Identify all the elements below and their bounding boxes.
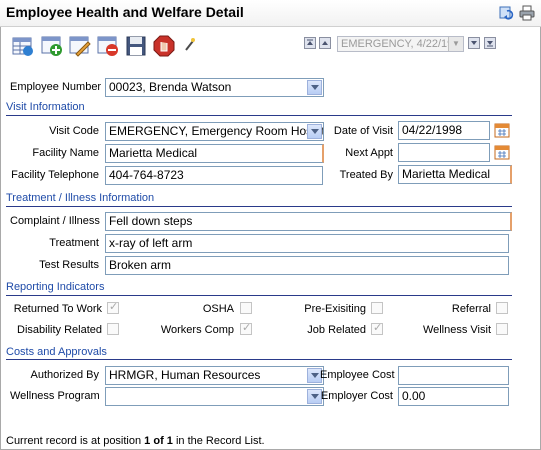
next-record-button[interactable] [468,37,480,49]
last-record-button[interactable] [484,37,496,49]
facility-telephone-field[interactable]: 404-764-8723 [105,166,323,185]
costs-section-title: Costs and Approvals [6,346,107,358]
visit-code-label: Visit Code [49,125,99,137]
record-position-value: 1 of 1 [144,435,173,447]
print-icon[interactable] [519,5,535,21]
referral-checkbox[interactable] [496,302,508,314]
employee-number-label: Employee Number [10,81,102,93]
calendar-icon[interactable] [494,144,510,160]
first-record-button[interactable] [304,37,316,49]
next-icon [471,41,477,45]
edit-icon [69,36,91,57]
record-selector[interactable]: EMERGENCY, 4/22/1998 ▼ [337,36,464,52]
employer-cost-label: Employer Cost [320,390,393,402]
costs-section-divider [6,359,512,360]
chevron-down-icon [307,80,322,95]
treatment-section-divider [6,206,512,207]
date-of-visit-field[interactable]: 04/22/1998 [398,121,490,140]
next-appt-label: Next Appt [345,147,393,159]
indicators-section-divider [6,295,512,296]
facility-name-field[interactable]: Marietta Medical [105,144,324,163]
workers-comp-checkbox[interactable] [240,321,252,335]
wellness-visit-label: Wellness Visit [422,324,491,336]
next-appt-field[interactable] [398,143,490,162]
delete-record-button[interactable] [95,33,121,59]
authorized-by-value: HRMGR, Human Resources [109,368,261,382]
referral-label: Referral [451,303,491,315]
record-position-suffix: in the Record List. [172,435,265,447]
disability-related-checkbox[interactable] [107,323,119,335]
delete-icon [97,36,118,56]
indicators-section-title: Reporting Indicators [6,281,105,293]
edit-record-button[interactable] [67,33,93,59]
record-position-prefix: Current record is at position [6,435,145,447]
treatment-field[interactable]: x-ray of left arm [105,234,509,253]
treated-by-label: Treated By [339,169,393,181]
employee-cost-field[interactable] [398,366,509,385]
test-results-field[interactable]: Broken arm [105,256,509,275]
disability-related-label: Disability Related [17,324,102,336]
treatment-section-title: Treatment / Illness Information [6,192,155,204]
treated-by-field[interactable]: Marietta Medical [398,165,512,184]
employer-cost-field[interactable]: 0.00 [398,387,509,406]
table-icon [12,37,33,56]
visit-section-title: Visit Information [6,101,85,113]
first-icon [307,39,313,45]
returned-to-work-label: Returned To Work [13,303,102,315]
job-related-checkbox[interactable] [371,321,383,335]
employee-number-select[interactable]: 00023, Brenda Watson [105,78,324,97]
wizard-button[interactable] [181,33,199,59]
visit-section-divider [6,115,512,116]
wellness-program-label: Wellness Program [10,390,100,402]
previous-icon [322,41,328,45]
pre-existing-checkbox[interactable] [371,302,383,314]
employee-cost-label: Employee Cost [320,369,395,381]
record-selector-value: EMERGENCY, 4/22/1998 [341,38,464,50]
osha-checkbox[interactable] [240,302,252,314]
save-button[interactable] [123,33,149,59]
workers-comp-label: Workers Comp [160,324,234,336]
treatment-label: Treatment [49,237,99,249]
complaint-label: Complaint / Illness [10,215,100,227]
employee-number-value: 00023, Brenda Watson [109,80,232,94]
cancel-button[interactable] [151,33,177,59]
page-title: Employee Health and Welfare Detail [6,4,244,20]
floppy-disk-icon [126,36,146,56]
facility-name-label: Facility Name [32,147,99,159]
visit-code-value: EMERGENCY, Emergency Room Hospital [109,124,324,138]
last-icon [487,41,493,47]
wellness-visit-checkbox[interactable] [496,323,508,335]
refresh-icon[interactable] [499,5,515,21]
add-icon [41,36,62,56]
visit-code-select[interactable]: EMERGENCY, Emergency Room Hospital [105,122,324,141]
authorized-by-select[interactable]: HRMGR, Human Resources [105,366,324,385]
magic-wand-icon [185,38,195,51]
pre-existing-label: Pre-Exisiting [304,303,366,315]
add-record-button[interactable] [39,33,65,59]
chevron-down-icon: ▼ [448,37,463,51]
record-position-status: Current record is at position 1 of 1 in … [6,435,265,447]
stop-icon [153,35,175,57]
complaint-field[interactable]: Fell down steps [105,212,512,231]
job-related-label: Job Related [307,324,366,336]
osha-label: OSHA [202,303,234,315]
previous-record-button[interactable] [319,37,331,49]
test-results-label: Test Results [39,259,99,271]
list-view-button[interactable] [10,33,36,59]
authorized-by-label: Authorized By [30,369,99,381]
calendar-icon[interactable] [494,122,510,138]
facility-telephone-label: Facility Telephone [11,169,99,181]
wellness-program-select[interactable] [105,387,324,406]
date-of-visit-label: Date of Visit [333,125,393,137]
returned-to-work-checkbox[interactable] [107,300,119,314]
